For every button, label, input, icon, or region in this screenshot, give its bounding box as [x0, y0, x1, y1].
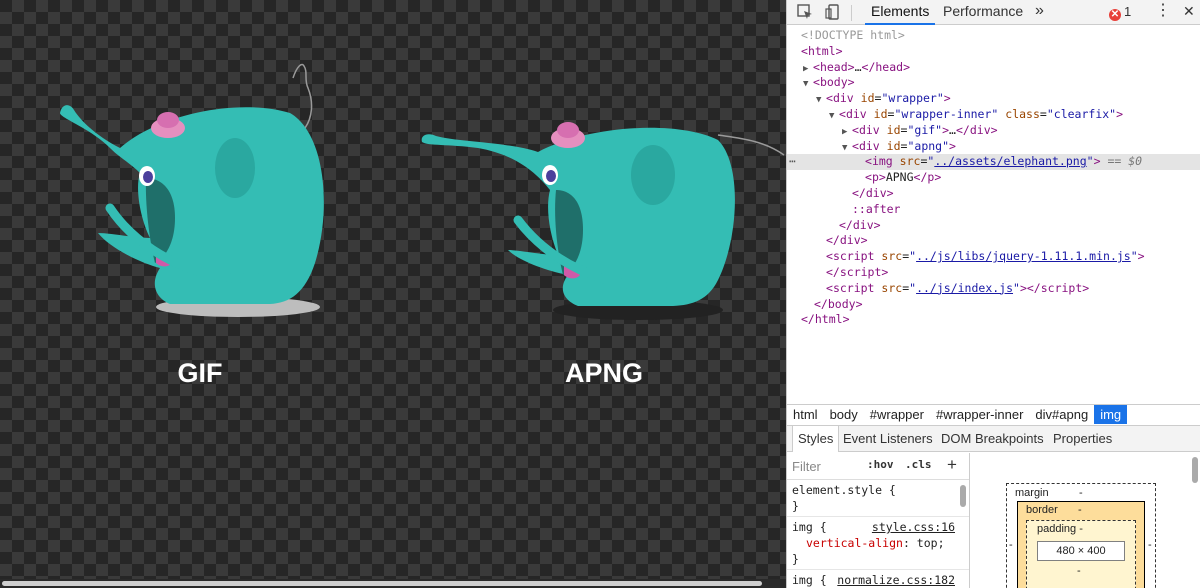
dom-node-img-selected[interactable]: ⋯ <img src="../assets/elephant.png"> == $… [787, 154, 1200, 171]
apng-elephant-image [421, 122, 785, 320]
devtools-menu-button[interactable]: ⋮ [1149, 0, 1177, 25]
devtools-toolbar: Elements Performance » ✕ 1 ⋮ ✕ [787, 0, 1200, 25]
img-src-link[interactable]: ../assets/elephant.png [934, 154, 1086, 168]
more-options-icon[interactable]: ⋯ [789, 154, 796, 170]
css-source-link[interactable]: style.css:16 [872, 519, 955, 535]
dom-node-wrapper[interactable]: ▼ <div id="wrapper"> [787, 91, 1200, 107]
dom-node-head[interactable]: ▶ <head>…</head> [787, 60, 1200, 76]
dom-tree[interactable]: <!DOCTYPE html> <html> ▶ <head>…</head> ▼… [787, 26, 1200, 404]
dom-close-html[interactable]: </html> [787, 312, 1200, 328]
dom-close-body[interactable]: </body> [787, 297, 1200, 313]
script-src-link[interactable]: ../js/libs/jquery-1.11.1.min.js [916, 249, 1131, 263]
dom-close-script[interactable]: </script> [787, 265, 1200, 281]
dom-close-wrapper-inner[interactable]: </div> [787, 218, 1200, 234]
breadcrumb-wrapper-inner[interactable]: #wrapper-inner [930, 405, 1029, 424]
tab-styles[interactable]: Styles [792, 426, 840, 452]
css-source-link[interactable]: normalize.css:182 [837, 572, 955, 588]
dom-doctype[interactable]: <!DOCTYPE html> [787, 28, 1200, 44]
error-counter[interactable]: ✕ 1 [1109, 4, 1131, 21]
devtools-panel: Elements Performance » ✕ 1 ⋮ ✕ <!DOCTYPE … [786, 0, 1200, 588]
dom-node-p[interactable]: <p>APNG</p> [787, 170, 1200, 186]
dom-close-apng[interactable]: </div> [787, 186, 1200, 202]
element-style-rule[interactable]: element.style { } [787, 480, 969, 517]
dom-node-html[interactable]: <html> [787, 44, 1200, 60]
styles-scrollbar[interactable] [960, 485, 966, 507]
device-toolbar-icon[interactable] [824, 3, 842, 21]
styles-pane: Filter :hov .cls + element.style { } img… [787, 453, 970, 588]
box-model-scrollbar[interactable] [1192, 457, 1198, 483]
breadcrumb-html[interactable]: html [787, 405, 824, 424]
dom-node-gif[interactable]: ▶ <div id="gif">…</div> [787, 123, 1200, 139]
styles-filter-bar: Filter :hov .cls + [787, 453, 969, 480]
box-model-border[interactable]: border - padding - - 480 × 400 [1017, 501, 1145, 588]
script-src-link[interactable]: ../js/index.js [916, 281, 1013, 295]
css-rule-style[interactable]: img { style.css:16 vertical-align: top; … [787, 517, 969, 570]
box-model-padding[interactable]: padding - - 480 × 400 [1026, 520, 1136, 588]
tab-performance[interactable]: Performance [937, 0, 1029, 25]
dom-node-apng[interactable]: ▼ <div id="apng"> [787, 139, 1200, 155]
tab-elements[interactable]: Elements [865, 0, 936, 25]
dom-node-body[interactable]: ▼ <body> [787, 75, 1200, 91]
horizontal-scrollbar[interactable] [0, 579, 786, 588]
dom-pseudo-after[interactable]: ::after [787, 202, 1200, 218]
apng-caption: APNG [564, 358, 643, 388]
box-model-pane: margin - - - border - padding - - 480 × … [971, 453, 1200, 588]
breadcrumb-div-apng[interactable]: div#apng [1029, 405, 1094, 424]
styles-filter-input[interactable]: Filter [792, 459, 821, 474]
new-rule-button[interactable]: + [947, 455, 957, 475]
dom-node-wrapper-inner[interactable]: ▼ <div id="wrapper-inner" class="clearfix… [787, 107, 1200, 123]
breadcrumb: html body #wrapper #wrapper-inner div#apng im… [787, 404, 1200, 424]
gif-caption: GIF [177, 358, 223, 388]
gif-elephant-image [60, 63, 324, 317]
hover-state-toggle[interactable]: :hov [867, 458, 894, 471]
breadcrumb-wrapper[interactable]: #wrapper [864, 405, 930, 424]
dom-close-wrapper[interactable]: </div> [787, 233, 1200, 249]
toolbar-divider [851, 5, 852, 21]
tab-properties[interactable]: Properties [1048, 426, 1117, 452]
page-viewport: GIF APNG [0, 0, 786, 588]
dom-node-script-jquery[interactable]: <script src="../js/libs/jquery-1.11.1.mi… [787, 249, 1200, 265]
css-property[interactable]: vertical-align: top; [792, 535, 964, 551]
more-tabs-button[interactable]: » [1029, 0, 1050, 25]
error-icon: ✕ [1109, 9, 1121, 21]
breadcrumb-body[interactable]: body [824, 405, 864, 424]
box-model-margin[interactable]: margin - - - border - padding - - 480 × … [1006, 483, 1156, 588]
error-count: 1 [1124, 4, 1132, 19]
close-devtools-button[interactable]: ✕ [1177, 0, 1200, 25]
tab-dom-breakpoints[interactable]: DOM Breakpoints [936, 426, 1049, 452]
tab-event-listeners[interactable]: Event Listeners [838, 426, 938, 452]
sidebar-tabs: Styles Event Listeners DOM Breakpoints P… [787, 425, 1200, 452]
dom-node-script-index[interactable]: <script src="../js/index.js"></script> [787, 281, 1200, 297]
class-toggle[interactable]: .cls [905, 458, 932, 471]
css-rule-normalize[interactable]: img { normalize.css:182 [787, 570, 969, 588]
inspect-element-icon[interactable] [796, 3, 814, 21]
box-model-content[interactable]: 480 × 400 [1037, 541, 1125, 561]
breadcrumb-img[interactable]: img [1094, 405, 1128, 424]
scrollbar-thumb[interactable] [2, 581, 762, 586]
